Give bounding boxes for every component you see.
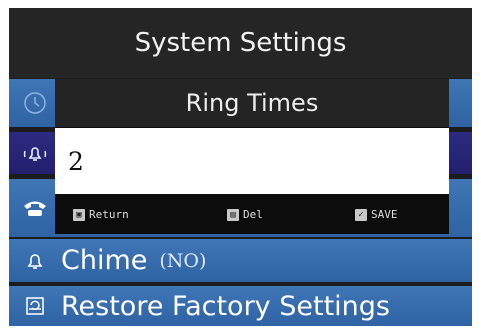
- clock-icon: [9, 91, 61, 115]
- save-key-icon: ✓: [355, 208, 367, 221]
- chime-value: (NO): [159, 249, 207, 272]
- save-hint[interactable]: ✓ SAVE: [355, 208, 398, 221]
- ring-times-dialog: Ring Times 2 ▣ Return ▤ Del ✓ SAVE: [55, 79, 449, 234]
- menu-item-chime[interactable]: Chime (NO): [9, 239, 472, 282]
- return-key-icon: ▣: [73, 208, 85, 221]
- save-label: SAVE: [371, 208, 398, 221]
- bell-ring-icon: [9, 142, 61, 164]
- ring-times-input[interactable]: 2: [55, 128, 449, 194]
- return-hint[interactable]: ▣ Return: [73, 208, 129, 221]
- dialog-title: Ring Times: [55, 79, 449, 127]
- restore-label: Restore Factory Settings: [61, 290, 390, 322]
- bell-icon: [9, 251, 61, 271]
- screen-title: System Settings: [9, 8, 472, 78]
- dialog-softkey-bar: ▣ Return ▤ Del ✓ SAVE: [55, 197, 449, 234]
- chime-label: Chime: [61, 245, 148, 276]
- menu-item-restore[interactable]: Restore Factory Settings: [9, 286, 472, 326]
- del-label: Del: [243, 208, 263, 221]
- device-screen: System Settings Chime (NO) Restore Facto…: [9, 8, 472, 326]
- del-hint[interactable]: ▤ Del: [227, 208, 263, 221]
- restore-icon: [9, 296, 61, 316]
- return-label: Return: [89, 208, 129, 221]
- phone-icon: [9, 198, 61, 218]
- del-key-icon: ▤: [227, 208, 239, 221]
